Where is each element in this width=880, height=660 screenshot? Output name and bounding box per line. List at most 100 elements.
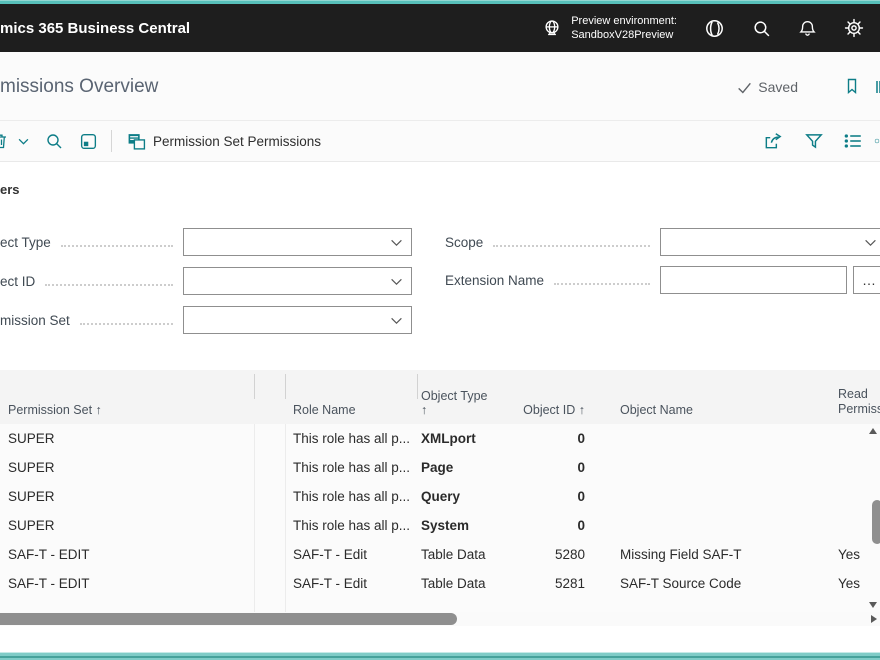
vertical-scrollbar[interactable] (866, 424, 880, 612)
column-header-object-name[interactable]: Object Name (620, 403, 693, 417)
page-title: missions Overview (0, 76, 158, 98)
filters-pane: ers ect Type ect ID mission Set (0, 162, 880, 368)
object-type-filter-label: ect Type (0, 235, 51, 250)
copilot-icon (704, 18, 725, 39)
cell-role-name[interactable]: This role has all p... (293, 482, 419, 511)
horizontal-scrollbar-thumb[interactable] (0, 613, 457, 625)
permissions-grid: Permission Set ↑ Role Name Object Type ↑… (0, 370, 880, 626)
grid-header: Permission Set ↑ Role Name Object Type ↑… (0, 370, 880, 425)
list-view-icon (843, 131, 863, 151)
global-search-button[interactable] (752, 19, 771, 38)
vertical-scrollbar-thumb[interactable] (872, 500, 880, 544)
cell-object-name[interactable] (620, 453, 835, 482)
dotted-leader (61, 245, 173, 247)
search-icon (45, 132, 63, 150)
cell-role-name[interactable]: This role has all p... (293, 453, 419, 482)
app-header-actions: Preview environment: SandboxV28Preview (542, 4, 864, 52)
window-bottom-border (0, 652, 880, 660)
search-list-button[interactable] (45, 121, 63, 161)
cell-permission-set[interactable]: SUPER (8, 511, 248, 540)
scope-filter-combobox[interactable] (660, 228, 880, 256)
cell-permission-set[interactable]: SAF-T - EDIT (8, 569, 248, 598)
delete-button[interactable] (0, 121, 15, 161)
chevron-down-icon (864, 236, 877, 249)
table-row[interactable]: SUPER This role has all p... XMLport 0 (0, 424, 880, 454)
analyze-icon (79, 132, 98, 151)
cell-object-id[interactable]: 0 (480, 511, 585, 540)
table-row[interactable]: SUPER This role has all p... Page 0 (0, 453, 880, 483)
clipped-icon[interactable] (875, 78, 880, 96)
extension-name-input[interactable] (660, 266, 847, 294)
cell-object-name[interactable] (620, 482, 835, 511)
cell-permission-set[interactable]: SUPER (8, 424, 248, 453)
notifications-button[interactable] (798, 19, 817, 38)
app-title[interactable]: mics 365 Business Central (0, 20, 190, 37)
cell-object-id[interactable]: 5281 (480, 569, 585, 598)
filter-button[interactable] (804, 121, 824, 161)
environment-indicator[interactable]: Preview environment: SandboxV28Preview (542, 14, 677, 42)
column-divider (285, 374, 286, 399)
cell-role-name[interactable]: This role has all p... (293, 424, 419, 453)
cell-object-name[interactable] (620, 424, 835, 453)
cell-object-id[interactable]: 5280 (480, 540, 585, 569)
cell-object-name[interactable] (620, 511, 835, 540)
cell-role-name[interactable]: SAF-T - Edit (293, 569, 419, 598)
cell-permission-set[interactable]: SUPER (8, 453, 248, 482)
page-icon (127, 132, 146, 151)
analyze-button[interactable] (79, 121, 98, 161)
permission-set-permissions-part: Permission Set Permissions (127, 121, 321, 161)
column-header-role-name[interactable]: Role Name (293, 403, 356, 417)
table-row[interactable]: SUPER This role has all p... Query 0 (0, 482, 880, 512)
settings-gear-icon (844, 18, 864, 38)
scroll-down-arrow[interactable] (869, 602, 877, 608)
permission-set-filter-field: mission Set (0, 306, 412, 334)
column-divider (254, 374, 255, 399)
extension-name-assist-button[interactable]: … (853, 266, 880, 294)
settings-button[interactable] (844, 18, 864, 38)
cell-object-id[interactable]: 0 (480, 482, 585, 511)
object-id-filter-combobox[interactable] (183, 267, 412, 295)
column-header-read-permission[interactable]: Read Permission (838, 387, 880, 417)
cell-role-name[interactable]: SAF-T - Edit (293, 540, 419, 569)
cell-object-id[interactable]: 0 (480, 453, 585, 482)
sort-ascending-icon: ↑ (96, 403, 102, 417)
filter-icon (804, 131, 824, 151)
copilot-button[interactable] (704, 18, 725, 39)
cell-role-name[interactable]: This role has all p... (293, 511, 419, 540)
column-header-object-id[interactable]: Object ID ↑ (480, 403, 585, 417)
cell-object-id[interactable] (480, 598, 585, 612)
object-id-filter-field: ect ID (0, 267, 412, 295)
table-row[interactable]: SUPER This role has all p... System 0 (0, 511, 880, 541)
scroll-right-arrow[interactable] (871, 615, 877, 623)
cell-permission-set[interactable] (8, 598, 248, 612)
toolbar-divider (111, 130, 112, 152)
column-header-permission-set[interactable]: Permission Set ↑ (8, 403, 102, 417)
delete-dropdown[interactable] (18, 121, 29, 161)
share-button[interactable] (763, 121, 783, 161)
cell-role-name[interactable] (293, 598, 419, 612)
share-icon (763, 131, 783, 151)
object-id-filter-label: ect ID (0, 274, 35, 289)
cell-object-name[interactable] (620, 598, 835, 612)
table-row[interactable]: SAF-T - EDIT SAF-T - Edit Table Data 528… (0, 569, 880, 599)
horizontal-scrollbar[interactable] (0, 612, 880, 626)
table-row[interactable]: SAF-T - EDIT SAF-T - Edit Table Data 528… (0, 540, 880, 570)
cell-object-name[interactable]: SAF-T Source Code (620, 569, 835, 598)
cell-permission-set[interactable]: SUPER (8, 482, 248, 511)
dotted-leader (45, 284, 173, 286)
permission-set-filter-combobox[interactable] (183, 306, 412, 334)
saved-check-icon (737, 80, 752, 95)
table-row-clipped[interactable] (0, 598, 880, 612)
notifications-bell-icon (798, 19, 817, 38)
environment-name: SandboxV28Preview (571, 28, 677, 42)
cell-object-id[interactable]: 0 (480, 424, 585, 453)
environment-label: Preview environment: (571, 14, 677, 28)
clipped-toolbar-icon[interactable] (874, 121, 880, 161)
object-type-filter-combobox[interactable] (183, 228, 412, 256)
cell-permission-set[interactable]: SAF-T - EDIT (8, 540, 248, 569)
list-view-button[interactable] (843, 121, 863, 161)
object-type-filter-field: ect Type (0, 228, 412, 256)
cell-object-name[interactable]: Missing Field SAF-T (620, 540, 835, 569)
bookmark-button[interactable] (843, 77, 861, 95)
scroll-up-arrow[interactable] (869, 428, 877, 434)
